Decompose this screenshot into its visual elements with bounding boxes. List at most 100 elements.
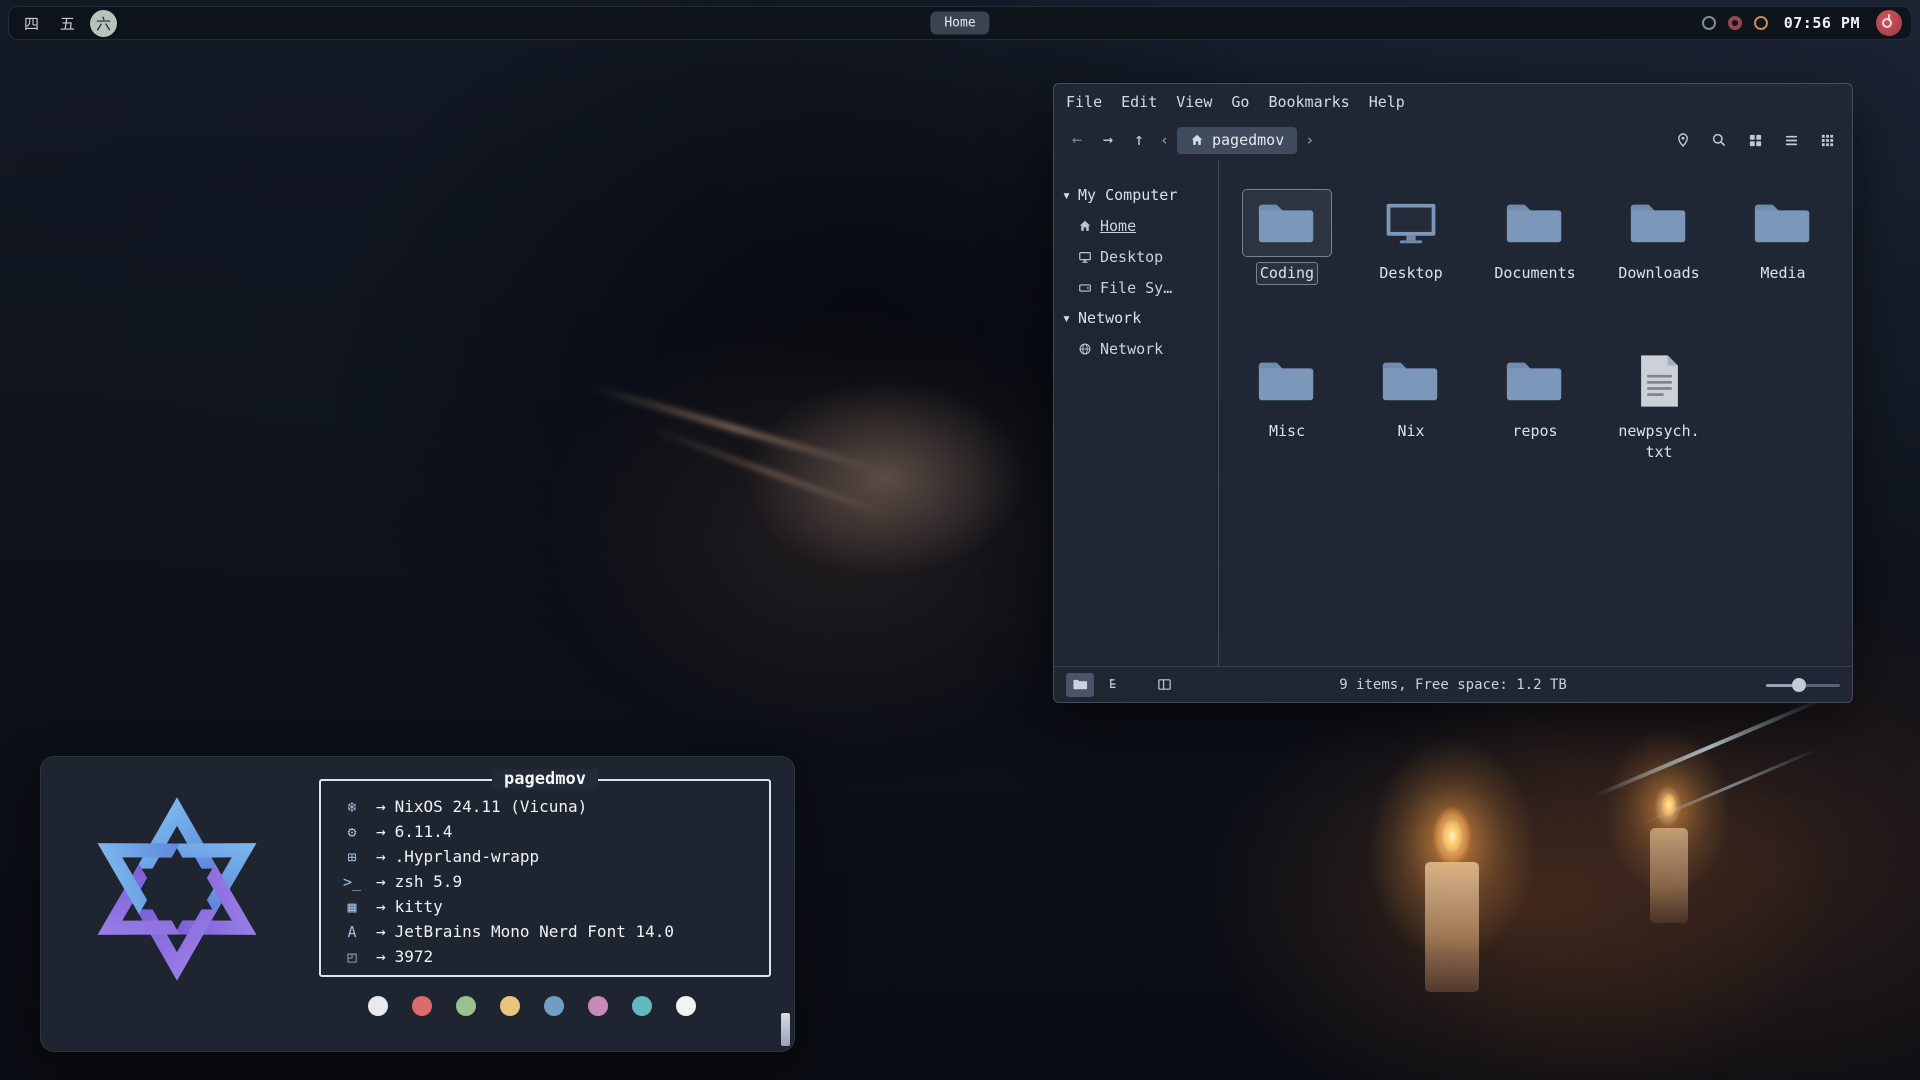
workspace-6-active[interactable]: 六 — [90, 10, 117, 37]
workspace-switcher: 四 五 六 — [18, 10, 117, 37]
split-view-button[interactable] — [1150, 673, 1178, 697]
status-circle-icon[interactable] — [1702, 16, 1716, 30]
path-segment-label: pagedmov — [1212, 131, 1284, 149]
hostname: pagedmov — [492, 769, 598, 789]
pane-icon — [1157, 677, 1172, 692]
fetch-row-kernel: ⚙ → 6.11.4 — [337, 819, 769, 844]
arrow-icon: → — [376, 847, 386, 866]
slider-knob[interactable] — [1792, 678, 1806, 692]
tree-pane-button[interactable] — [1100, 673, 1128, 697]
icon-view-button[interactable] — [1744, 129, 1766, 151]
menu-edit[interactable]: Edit — [1121, 93, 1157, 111]
sidebar-section-label: Network — [1078, 309, 1141, 327]
terminal-prompt-icon: >_ — [337, 873, 367, 891]
path-scroll-left-button[interactable]: ‹ — [1157, 131, 1172, 149]
small-grid-icon — [1820, 133, 1835, 148]
folder-icon — [1491, 348, 1579, 414]
file-item-misc[interactable]: Misc — [1225, 344, 1349, 502]
forward-button[interactable]: → — [1095, 127, 1121, 153]
desktop-icon — [1367, 190, 1455, 256]
menu-file[interactable]: File — [1066, 93, 1102, 111]
path-scroll-right-button[interactable]: › — [1302, 131, 1317, 149]
fetch-value: 3972 — [395, 947, 434, 966]
file-label: Desktop — [1376, 263, 1445, 284]
menu-go[interactable]: Go — [1231, 93, 1249, 111]
sidebar-item-file-system[interactable]: File Sy… — [1054, 272, 1218, 303]
search-icon — [1711, 132, 1727, 148]
file-item-media[interactable]: Media — [1721, 186, 1845, 344]
folder-icon — [1367, 348, 1455, 414]
power-button[interactable] — [1876, 10, 1902, 36]
file-item-desktop[interactable]: Desktop — [1349, 186, 1473, 344]
top-bar-right-modules: 07:56 PM — [1702, 10, 1902, 36]
kernel-icon: ⚙ — [337, 823, 367, 841]
fetch-value: 6.11.4 — [395, 822, 453, 841]
grid-icon — [1748, 133, 1763, 148]
menu-view[interactable]: View — [1176, 93, 1212, 111]
file-item-nix[interactable]: Nix — [1349, 344, 1473, 502]
power-icon — [1882, 18, 1892, 28]
alert-circle-icon[interactable] — [1754, 16, 1768, 30]
up-button[interactable]: ↑ — [1126, 127, 1152, 153]
nixos-logo — [75, 783, 279, 995]
sidebar-item-desktop[interactable]: Desktop — [1054, 241, 1218, 272]
sidebar-item-label: File Sy… — [1100, 279, 1172, 297]
workspace-5[interactable]: 五 — [54, 10, 81, 37]
menu-help[interactable]: Help — [1369, 93, 1405, 111]
arrow-icon: → — [376, 922, 386, 941]
file-item-repos[interactable]: repos — [1473, 344, 1597, 502]
window-manager-icon: ⊞ — [337, 848, 367, 866]
icon-size-slider[interactable] — [1766, 678, 1840, 692]
file-label: newpsych.txt — [1613, 421, 1705, 463]
wallpaper-candle — [1425, 862, 1479, 992]
back-button[interactable]: ← — [1064, 127, 1090, 153]
palette-dot — [676, 996, 696, 1016]
monitor-icon — [1078, 250, 1092, 264]
places-pane-button[interactable] — [1066, 673, 1094, 697]
focused-window-title: Home — [930, 12, 989, 35]
menu-bookmarks[interactable]: Bookmarks — [1268, 93, 1349, 111]
sidebar-item-network[interactable]: Network — [1054, 333, 1218, 364]
record-circle-icon[interactable] — [1728, 16, 1742, 30]
toolbar-right-buttons — [1672, 129, 1842, 151]
menu-bar: File Edit View Go Bookmarks Help — [1054, 84, 1852, 120]
fetch-rows: ❄ → NixOS 24.11 (Vicuna) ⚙ → 6.11.4 ⊞ → … — [321, 781, 769, 969]
desktop: 四 五 六 Home 07:56 PM File Edit View Go Bo… — [0, 0, 1920, 1080]
file-item-coding[interactable]: Coding — [1225, 186, 1349, 344]
text-file-icon — [1615, 348, 1703, 414]
home-icon — [1078, 219, 1092, 233]
list-view-button[interactable] — [1780, 129, 1802, 151]
sidebar-item-home[interactable]: Home — [1054, 210, 1218, 241]
sidebar-section-network[interactable]: ▾ Network — [1054, 303, 1218, 333]
file-manager-window: File Edit View Go Bookmarks Help ← → ↑ ‹… — [1053, 83, 1853, 703]
expander-icon: ▾ — [1062, 186, 1071, 204]
path-segment-home[interactable]: pagedmov — [1177, 127, 1297, 154]
file-label: Downloads — [1615, 263, 1702, 284]
font-icon: A — [337, 923, 367, 941]
palette-dot — [500, 996, 520, 1016]
file-item-downloads[interactable]: Downloads — [1597, 186, 1721, 344]
palette-dot — [632, 996, 652, 1016]
sidebar: ▾ My Computer Home Desktop File Sy… ▾ — [1054, 160, 1218, 666]
fetch-info-box: pagedmov ❄ → NixOS 24.11 (Vicuna) ⚙ → 6.… — [319, 779, 771, 977]
search-button[interactable] — [1708, 129, 1730, 151]
status-bar: 9 items, Free space: 1.2 TB — [1054, 666, 1852, 702]
fetch-row-packages: ◰ → 3972 — [337, 944, 769, 969]
file-grid: Coding Desktop Documents — [1219, 160, 1852, 666]
file-label: Misc — [1266, 421, 1308, 442]
toolbar: ← → ↑ ‹ pagedmov › — [1054, 120, 1852, 160]
file-item-newpsych-txt[interactable]: newpsych.txt — [1597, 344, 1721, 502]
palette-dot — [412, 996, 432, 1016]
arrow-icon: → — [376, 947, 386, 966]
fetch-value: zsh 5.9 — [395, 872, 462, 891]
compact-view-button[interactable] — [1816, 129, 1838, 151]
sidebar-section-my-computer[interactable]: ▾ My Computer — [1054, 180, 1218, 210]
location-pin-button[interactable] — [1672, 129, 1694, 151]
folder-icon — [1243, 190, 1331, 256]
fetch-row-font: A → JetBrains Mono Nerd Font 14.0 — [337, 919, 769, 944]
file-item-documents[interactable]: Documents — [1473, 186, 1597, 344]
palette-dot — [456, 996, 476, 1016]
workspace-4[interactable]: 四 — [18, 10, 45, 37]
palette-dot — [368, 996, 388, 1016]
fetch-handle-bar — [781, 1013, 790, 1046]
